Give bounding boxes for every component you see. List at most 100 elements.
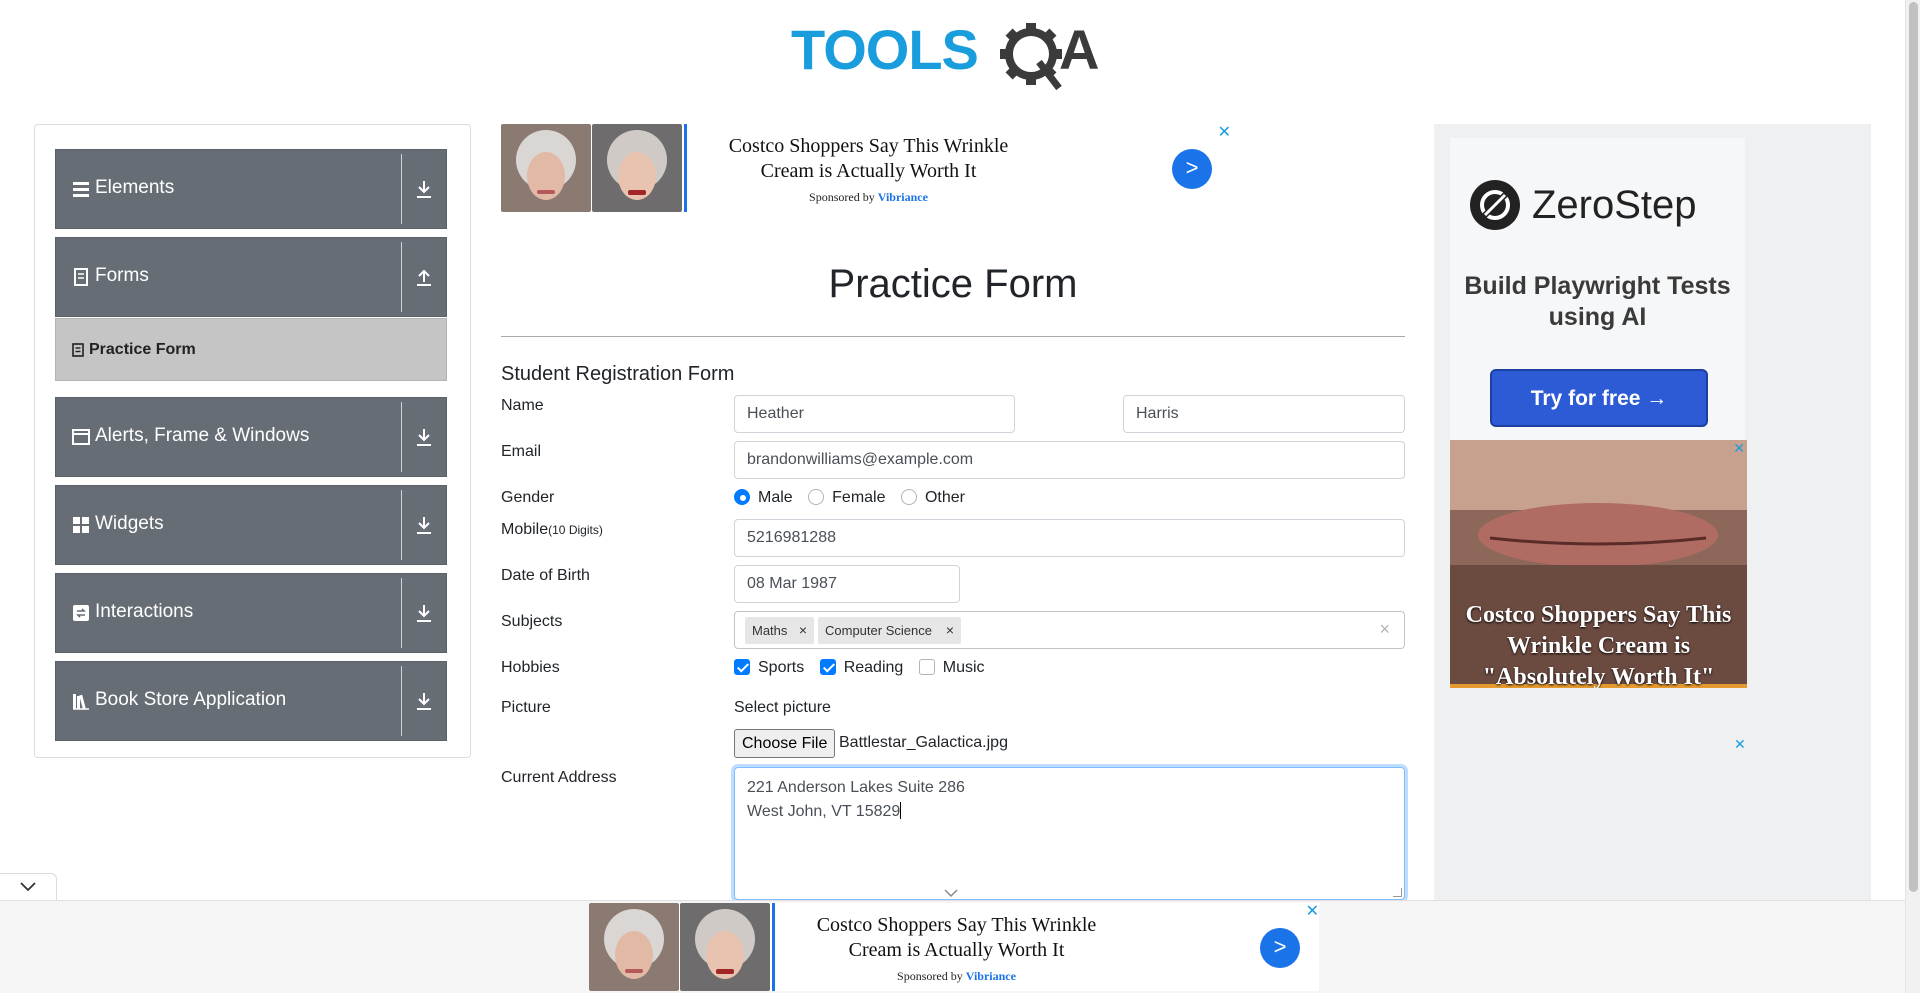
download-icon[interactable] [414, 602, 434, 624]
ad-image-woman-1 [501, 124, 591, 212]
resize-handle[interactable] [1393, 888, 1402, 897]
gender-option-male[interactable]: Male [734, 489, 793, 507]
date-of-birth-input[interactable]: 08 Mar 1987 [734, 565, 960, 603]
hobby-option-music[interactable]: Music [918, 659, 985, 677]
lips-ad[interactable]: Costco Shoppers Say This Wrinkle Cream i… [1450, 440, 1747, 688]
sidebar-group-widgets[interactable]: Widgets [55, 485, 447, 565]
ad-headline[interactable]: Costco Shoppers Say This Wrinkle Cream i… [701, 134, 1036, 184]
widgets-icon [73, 517, 89, 533]
ad-sponsor-name[interactable]: Vibriance [878, 190, 928, 204]
collapse-ad-tab[interactable] [0, 873, 57, 900]
ad-sponsor-name[interactable]: Vibriance [966, 969, 1016, 983]
zerostep-brand: ZeroStep [1532, 183, 1697, 227]
sidebar: Elements Forms Practice Form Alerts, Fra… [34, 124, 471, 758]
dob-label: Date of Birth [501, 567, 590, 584]
remove-subject-icon[interactable]: × [792, 617, 814, 644]
sidebar-group-forms[interactable]: Forms [55, 237, 447, 317]
radio-female[interactable] [808, 489, 825, 505]
sidebar-group-book-store[interactable]: Book Store Application [55, 661, 447, 741]
text-caret [900, 802, 902, 819]
ad-close-icon[interactable]: ✕ [1306, 901, 1319, 921]
subject-chip-maths: Maths × [745, 617, 814, 644]
ad-sponsor: Sponsored by Vibriance [701, 190, 1036, 205]
radio-other[interactable] [900, 489, 917, 505]
subject-chip-label: Computer Science [825, 623, 932, 638]
gender-option-other[interactable]: Other [900, 489, 965, 507]
last-name-input[interactable]: Harris [1123, 395, 1405, 433]
clear-subjects-icon[interactable]: × [1379, 619, 1390, 640]
checkbox-music[interactable] [918, 659, 935, 675]
divider [401, 666, 402, 736]
chevron-down-icon [944, 889, 958, 898]
current-address-label: Current Address [501, 769, 617, 786]
ad-image-woman-1 [589, 903, 679, 991]
sidebar-item-practice-form[interactable]: Practice Form [55, 318, 447, 381]
bottom-ad-content[interactable]: Costco Shoppers Say This Wrinkle Cream i… [589, 903, 1319, 991]
choose-file-button[interactable]: Choose File [734, 729, 836, 758]
hobby-option-sports[interactable]: Sports [734, 659, 804, 677]
chevron-down-icon [20, 882, 36, 892]
document-icon [74, 268, 88, 286]
gender-label-male: Male [758, 489, 793, 506]
ad-image-woman-2 [592, 124, 682, 212]
ad-close-icon[interactable]: ✕ [1218, 122, 1231, 142]
ad-sponsor-prefix: Sponsored by [897, 969, 963, 983]
checkbox-sports[interactable] [734, 659, 750, 675]
ad-close-icon[interactable]: ✕ [1734, 736, 1746, 753]
divider [401, 490, 402, 560]
divider [401, 402, 402, 472]
hobby-option-reading[interactable]: Reading [819, 659, 903, 677]
sidebar-item-label: Practice Form [89, 341, 196, 358]
try-for-free-button[interactable]: Try for free → [1490, 369, 1708, 427]
ad-go-button[interactable]: > [1172, 149, 1212, 189]
svg-text:TOOLS: TOOLS [791, 18, 978, 81]
chosen-file-name: Battlestar_Galactica.jpg [839, 734, 1008, 751]
download-icon[interactable] [414, 690, 434, 712]
name-label: Name [501, 397, 544, 414]
upload-icon[interactable] [414, 266, 434, 288]
checkbox-reading[interactable] [819, 659, 836, 675]
divider [401, 242, 402, 312]
subject-chip-computer-science: Computer Science × [818, 617, 961, 644]
ad-close-icon[interactable]: ✕ [1733, 440, 1745, 457]
sidebar-group-label: Alerts, Frame & Windows [95, 425, 310, 446]
svg-text:A: A [1059, 18, 1099, 81]
ad-headline[interactable]: Costco Shoppers Say This Wrinkle Cream i… [789, 913, 1124, 963]
sidebar-group-interactions[interactable]: Interactions [55, 573, 447, 653]
page-scrollbar[interactable] [1905, 0, 1920, 993]
sidebar-group-label: Book Store Application [95, 689, 287, 710]
download-icon[interactable] [414, 426, 434, 448]
ad-sponsor: Sponsored by Vibriance [789, 969, 1124, 984]
subjects-input[interactable]: Maths × Computer Science × × [734, 611, 1405, 649]
mobile-hint: (10 Digits) [548, 523, 603, 537]
radio-male[interactable] [734, 489, 750, 505]
mobile-input[interactable]: 5216981288 [734, 519, 1405, 557]
ad-go-button[interactable]: > [1260, 928, 1300, 968]
sidebar-group-label: Widgets [95, 513, 164, 534]
gender-option-female[interactable]: Female [808, 489, 886, 507]
zerostep-ad[interactable]: ZeroStep Build Playwright Tests using AI… [1450, 138, 1745, 441]
hobbies-label: Hobbies [501, 659, 560, 676]
download-icon[interactable] [414, 514, 434, 536]
toolsqa-logo[interactable]: TOOLS A [791, 14, 1116, 92]
ad-image-woman-2 [680, 903, 770, 991]
download-icon[interactable] [414, 178, 434, 200]
sidebar-group-elements[interactable]: Elements [55, 149, 447, 229]
top-banner-ad[interactable]: Costco Shoppers Say This Wrinkle Cream i… [501, 124, 1231, 212]
sidebar-group-alerts[interactable]: Alerts, Frame & Windows [55, 397, 447, 477]
divider [401, 578, 402, 648]
address-line-1: 221 Anderson Lakes Suite 286 [747, 779, 965, 796]
select-picture-label: Select picture [734, 699, 831, 716]
subjects-label: Subjects [501, 613, 563, 630]
sidebar-group-label: Elements [95, 177, 175, 198]
books-icon [73, 694, 89, 710]
zerostep-tagline: Build Playwright Tests using AI [1464, 272, 1731, 331]
hobby-label: Music [942, 659, 985, 676]
current-address-textarea[interactable]: 221 Anderson Lakes Suite 286 West John, … [734, 767, 1405, 900]
scrollbar-thumb[interactable] [1909, 2, 1918, 892]
form-icon [72, 343, 84, 357]
first-name-input[interactable]: Heather [734, 395, 1015, 433]
mobile-label: Mobile(10 Digits) [501, 521, 603, 539]
email-field[interactable]: brandonwilliams@example.com [734, 441, 1405, 479]
remove-subject-icon[interactable]: × [939, 617, 961, 644]
